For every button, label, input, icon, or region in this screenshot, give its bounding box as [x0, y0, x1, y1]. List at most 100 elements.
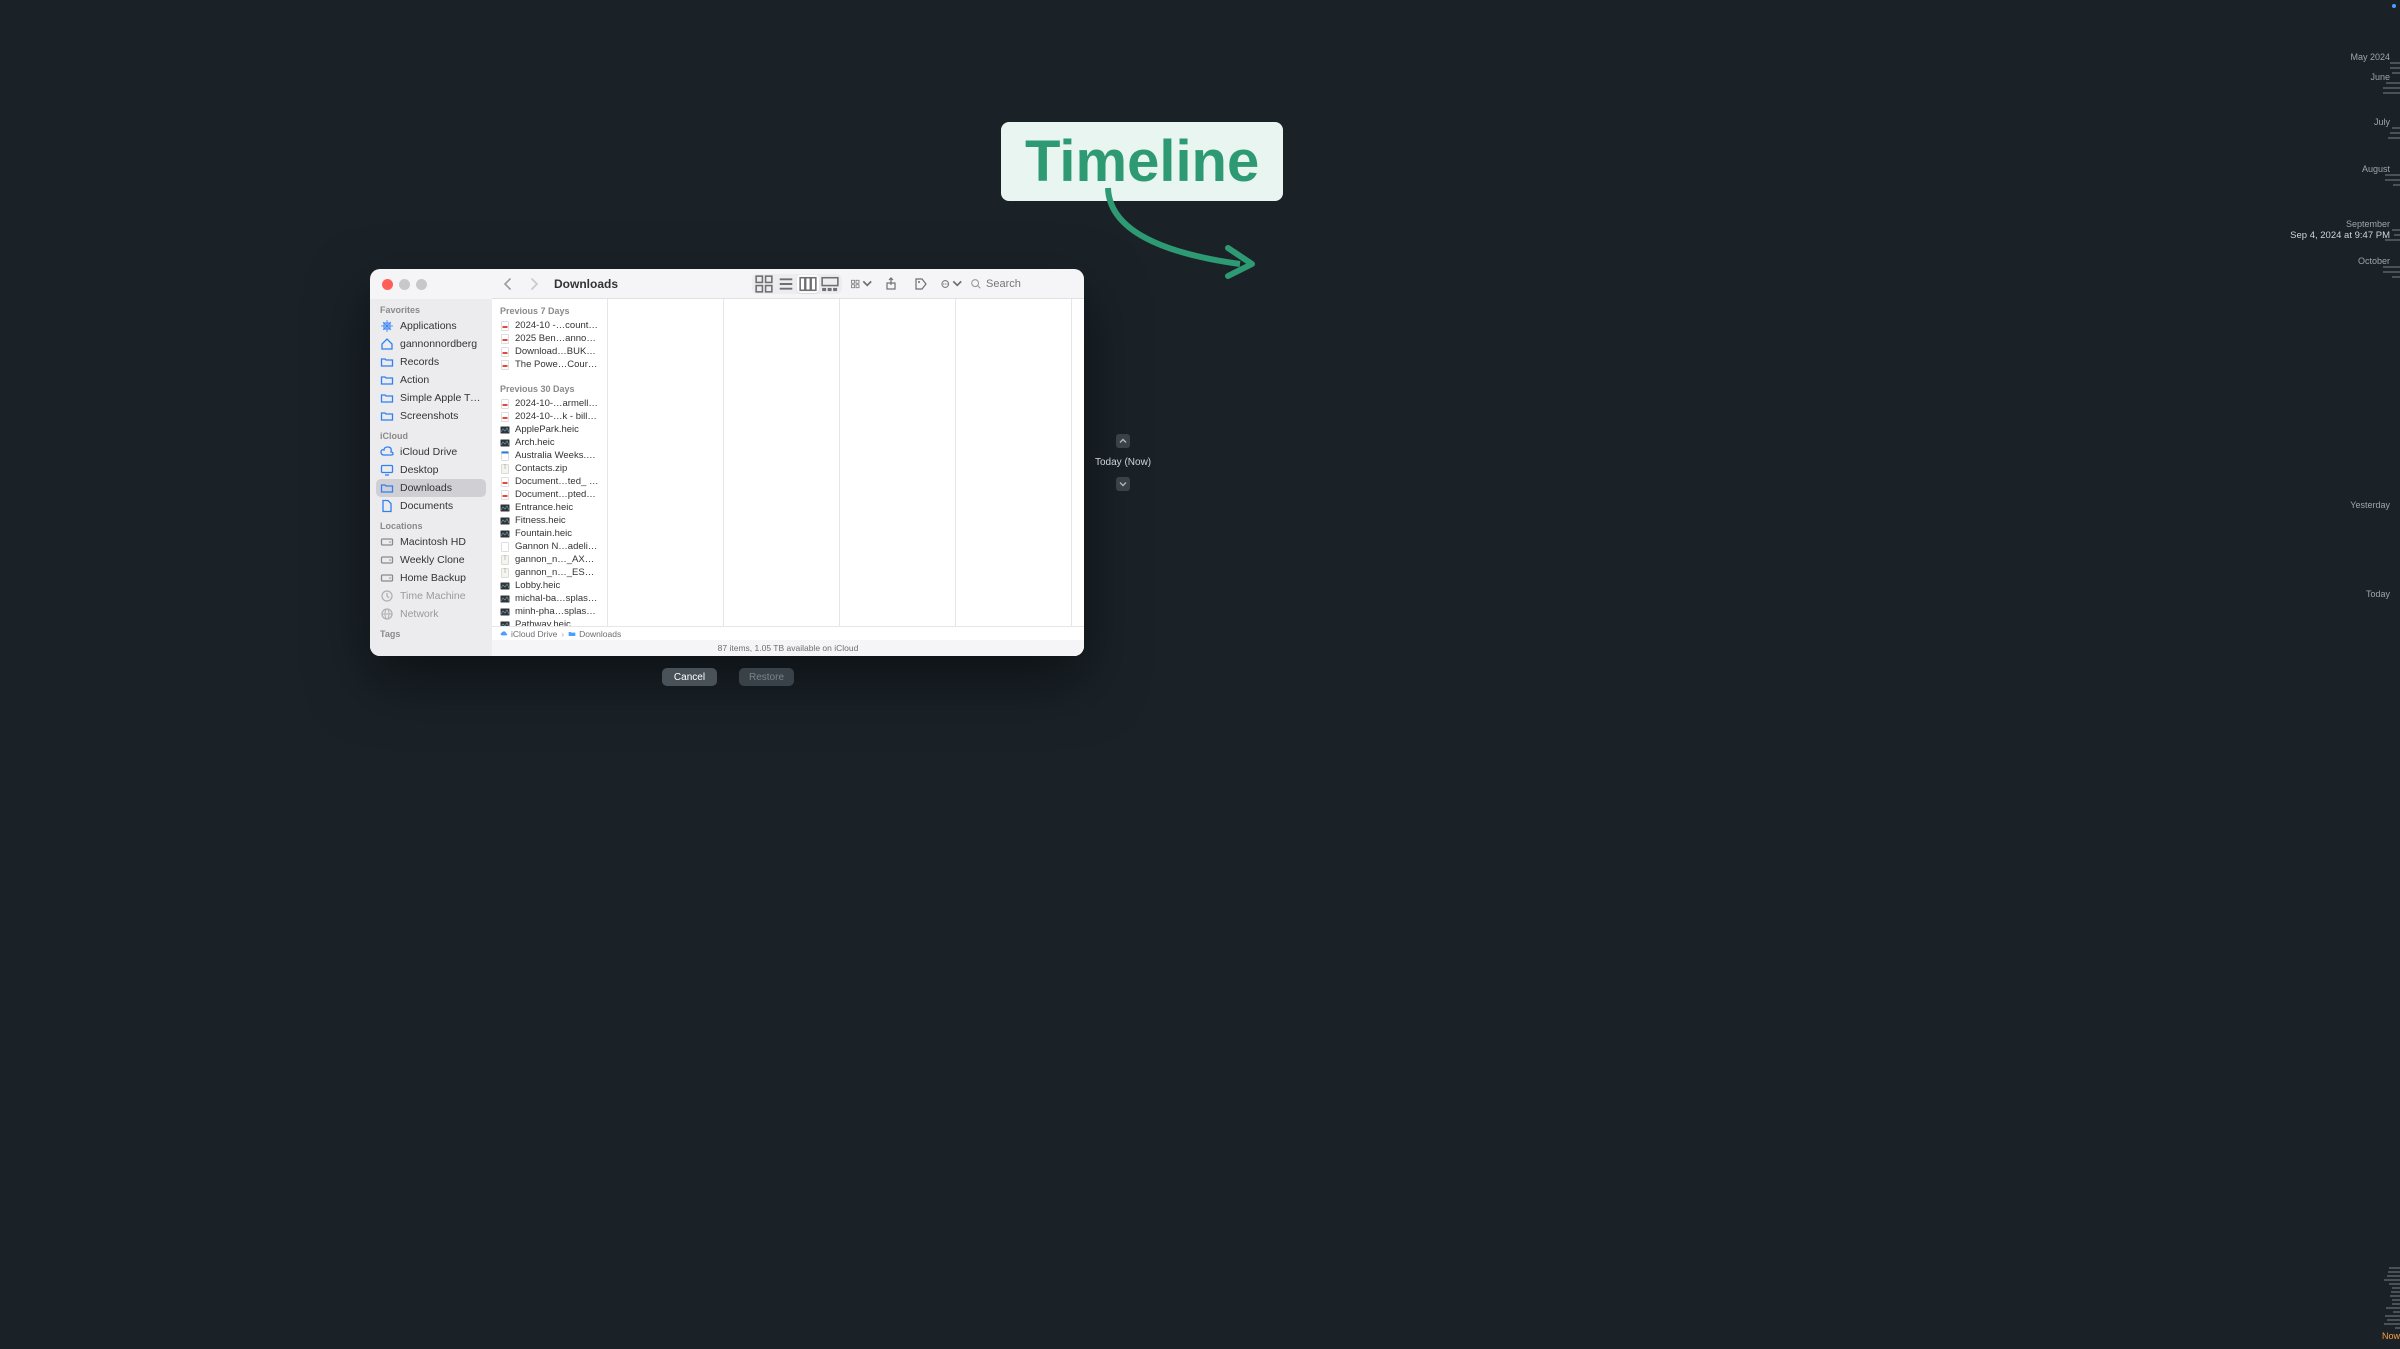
zoom-button[interactable] [416, 279, 427, 290]
file-row[interactable]: Pathway.heic [492, 618, 607, 626]
tags-button[interactable] [910, 275, 932, 293]
timeline-tick[interactable] [2390, 1295, 2400, 1297]
timeline-tick[interactable] [2385, 179, 2400, 181]
timeline-tick[interactable] [2392, 1303, 2400, 1305]
timeline-tick[interactable] [2393, 184, 2400, 186]
timeline-tick[interactable] [2388, 137, 2400, 139]
timeline-tick[interactable] [2385, 174, 2400, 176]
close-button[interactable] [382, 279, 393, 290]
path-crumb[interactable]: iCloud Drive [500, 629, 557, 639]
sidebar-item[interactable]: Screenshots [376, 407, 486, 425]
file-row[interactable]: Arch.heic [492, 436, 607, 449]
file-row[interactable]: Gannon N…adelicense [492, 540, 607, 553]
sidebar-item[interactable]: Home Backup [376, 569, 486, 587]
timeline-tick[interactable] [2383, 92, 2400, 94]
file-row[interactable]: Contacts.zip [492, 462, 607, 475]
timeline-tick[interactable] [2393, 1311, 2400, 1313]
timeline-tick[interactable] [2388, 1271, 2400, 1273]
file-column-5[interactable] [956, 299, 1072, 626]
action-button[interactable] [940, 275, 962, 293]
timeline-tick[interactable] [2384, 1279, 2400, 1281]
stepper-down-button[interactable] [1116, 477, 1130, 491]
stepper-up-button[interactable] [1116, 434, 1130, 448]
gallery-view-button[interactable] [819, 275, 841, 293]
file-row[interactable]: Entrance.heic [492, 501, 607, 514]
timeline-tick[interactable] [2390, 67, 2400, 69]
file-column-2[interactable] [608, 299, 724, 626]
file-row[interactable]: michal-ba…splash.jpg [492, 592, 607, 605]
sidebar-item[interactable]: Weekly Clone [376, 551, 486, 569]
sidebar-item[interactable]: gannonnordberg [376, 335, 486, 353]
file-row[interactable]: gannon_n…_ESWS.zip [492, 566, 607, 579]
timeline-month-label[interactable]: July [2374, 117, 2390, 127]
sidebar-item[interactable]: Simple Apple Tutori… [376, 389, 486, 407]
sidebar-item[interactable]: Action [376, 371, 486, 389]
file-row[interactable]: Fitness.heic [492, 514, 607, 527]
timeline-month-label[interactable]: September [2346, 219, 2390, 229]
sidebar-item[interactable]: Time Machine [376, 587, 486, 605]
timeline-tick[interactable] [2383, 266, 2400, 268]
timeline-tick[interactable] [2392, 1287, 2400, 1289]
restore-button[interactable]: Restore [739, 668, 794, 686]
file-row[interactable]: ApplePark.heic [492, 423, 607, 436]
timeline-month-label[interactable]: May 2024 [2350, 52, 2390, 62]
timeline-tick[interactable] [2389, 1283, 2400, 1285]
icon-view-button[interactable] [753, 275, 775, 293]
timeline-tick[interactable] [2392, 1299, 2400, 1301]
sidebar-item[interactable]: Desktop [376, 461, 486, 479]
timeline-now-label[interactable]: Now [2380, 1331, 2400, 1341]
timeline-tick[interactable] [2392, 72, 2400, 74]
file-column-3[interactable] [724, 299, 840, 626]
sidebar-item[interactable]: Applications [376, 317, 486, 335]
file-row[interactable]: Download…BUKA7.pdf [492, 345, 607, 358]
timeline-tick[interactable] [2383, 271, 2400, 273]
timeline-month-label[interactable]: June [2370, 72, 2390, 82]
sidebar-item[interactable]: Network [376, 605, 486, 623]
sidebar-item[interactable]: Documents [376, 497, 486, 515]
file-row[interactable]: gannon_n…_AXVK.zip [492, 553, 607, 566]
sidebar-item[interactable]: iCloud Drive [376, 443, 486, 461]
group-button[interactable] [850, 275, 872, 293]
path-crumb[interactable]: Downloads [568, 629, 621, 639]
timeline-tick[interactable] [2385, 1315, 2400, 1317]
timeline-yesterday-label[interactable]: Yesterday [2350, 500, 2390, 510]
timeline-today-label[interactable]: Today [2366, 589, 2390, 599]
search-input[interactable] [986, 278, 1064, 290]
minimize-button[interactable] [399, 279, 410, 290]
timeline-month-label[interactable]: August [2362, 164, 2390, 174]
file-column-4[interactable] [840, 299, 956, 626]
sidebar-item[interactable]: Downloads [376, 479, 486, 497]
timeline-tick[interactable] [2386, 1307, 2400, 1309]
timeline-tick[interactable] [2395, 1327, 2400, 1329]
file-row[interactable]: Document…pted_.pdf [492, 488, 607, 501]
timeline[interactable]: May 2024JuneJulyAugustSeptemberOctoberSe… [2348, 0, 2400, 1349]
timeline-tick[interactable] [2386, 82, 2400, 84]
file-row[interactable]: The Powe…Course.pdf [492, 358, 607, 371]
sidebar-item[interactable]: Macintosh HD [376, 533, 486, 551]
file-row[interactable]: 2025 Ben…annon.pdf [492, 332, 607, 345]
timeline-tick[interactable] [2391, 1291, 2400, 1293]
back-button[interactable] [502, 278, 514, 290]
timeline-tick[interactable] [2384, 1323, 2400, 1325]
column-view-button[interactable] [797, 275, 819, 293]
file-row[interactable]: 2024-10-…k - bill.pdf [492, 410, 607, 423]
timeline-month-label[interactable]: October [2358, 256, 2390, 266]
timeline-tick[interactable] [2392, 276, 2400, 278]
timeline-tick[interactable] [2387, 1319, 2400, 1321]
cancel-button[interactable]: Cancel [662, 668, 717, 686]
search-box[interactable] [970, 278, 1074, 290]
sidebar-item[interactable]: Records [376, 353, 486, 371]
timeline-tick[interactable] [2394, 234, 2400, 236]
timeline-tick[interactable] [2389, 1267, 2400, 1269]
share-button[interactable] [880, 275, 902, 293]
timeline-tick[interactable] [2390, 62, 2400, 64]
timeline-tick[interactable] [2390, 132, 2400, 134]
list-view-button[interactable] [775, 275, 797, 293]
timeline-tick[interactable] [2392, 229, 2400, 231]
file-column-1[interactable]: Previous 7 Days2024-10 -…county.pdf2025 … [492, 299, 608, 626]
timeline-tick[interactable] [2383, 87, 2400, 89]
file-row[interactable]: minh-pha…splash.jpg [492, 605, 607, 618]
file-row[interactable]: Fountain.heic [492, 527, 607, 540]
file-row[interactable]: Australia Weeks.docx [492, 449, 607, 462]
file-row[interactable]: 2024-10 -…county.pdf [492, 319, 607, 332]
